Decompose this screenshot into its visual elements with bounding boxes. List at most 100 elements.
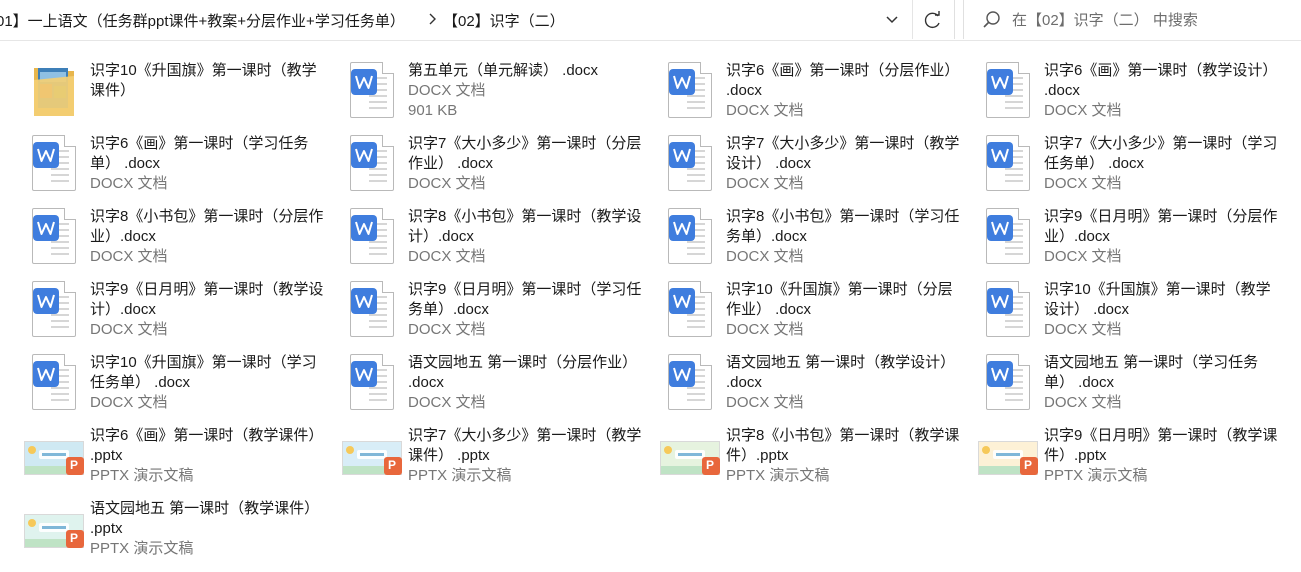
word-doc-icon <box>342 208 408 266</box>
word-w-icon <box>33 288 59 314</box>
file-item[interactable]: 识字9《日月明》第一课时（教学设计）.docx DOCX 文档 <box>24 277 324 343</box>
file-name: 识字9《日月明》第一课时（分层作业）.docx <box>1044 208 1278 245</box>
file-name: 第五单元（单元解读） .docx <box>408 62 599 79</box>
powerpoint-p-icon: P <box>66 457 84 475</box>
file-item[interactable]: P 识字8《小书包》第一课时（教学课件）.pptx PPTX 演示文稿 <box>660 423 960 489</box>
file-name: 识字7《大小多少》第一课时（教学课件） .pptx <box>408 427 642 464</box>
refresh-icon[interactable] <box>918 6 948 34</box>
file-item[interactable]: 识字8《小书包》第一课时（教学设计）.docx DOCX 文档 <box>342 204 642 270</box>
file-type: DOCX 文档 <box>726 102 804 119</box>
document-page-icon <box>986 135 1030 191</box>
file-name: 识字10《升国旗》第一课时（教学设计） .docx <box>1044 281 1271 318</box>
file-item[interactable]: 识字10《升国旗》第一课时（教学课件） <box>24 58 324 124</box>
search-icon <box>983 11 1000 28</box>
file-type: DOCX 文档 <box>1044 175 1122 192</box>
file-item[interactable]: 识字7《大小多少》第一课时（教学设计） .docx DOCX 文档 <box>660 131 960 197</box>
word-w-icon <box>669 361 695 387</box>
address-bar[interactable]: 01】一上语文（任务群ppt课件+教案+分层作业+学习任务单） 【02】识字（二… <box>0 0 955 39</box>
file-item[interactable]: 识字6《画》第一课时（学习任务单） .docx DOCX 文档 <box>24 131 324 197</box>
word-doc-icon <box>978 135 1044 193</box>
file-item[interactable]: 识字9《日月明》第一课时（学习任务单）.docx DOCX 文档 <box>342 277 642 343</box>
file-type: PPTX 演示文稿 <box>726 467 830 484</box>
explorer-toolbar: 01】一上语文（任务群ppt课件+教案+分层作业+学习任务单） 【02】识字（二… <box>0 0 1301 41</box>
file-name: 识字8《小书包》第一课时（教学课件）.pptx <box>726 427 960 464</box>
word-w-icon <box>351 288 377 314</box>
file-item[interactable]: 识字10《升国旗》第一课时（分层作业） .docx DOCX 文档 <box>660 277 960 343</box>
document-page-icon <box>668 354 712 410</box>
file-name: 识字10《升国旗》第一课时（教学课件） <box>90 62 317 99</box>
file-item[interactable]: 第五单元（单元解读） .docx DOCX 文档 901 KB <box>342 58 642 124</box>
file-type: PPTX 演示文稿 <box>90 540 194 557</box>
file-name: 语文园地五 第一课时（教学设计） .docx <box>726 354 956 391</box>
file-type: DOCX 文档 <box>1044 321 1122 338</box>
file-item[interactable]: 语文园地五 第一课时（分层作业） .docx DOCX 文档 <box>342 350 642 416</box>
pptx-thumbnail-icon: P <box>342 427 408 485</box>
folder-icon <box>32 62 76 118</box>
search-box[interactable] <box>963 0 1301 39</box>
file-type: DOCX 文档 <box>1044 248 1122 265</box>
chevron-down-icon[interactable] <box>878 7 906 33</box>
document-page-icon <box>986 354 1030 410</box>
file-type: DOCX 文档 <box>408 394 486 411</box>
search-input[interactable] <box>1010 8 1294 32</box>
file-type: PPTX 演示文稿 <box>1044 467 1148 484</box>
word-w-icon <box>33 215 59 241</box>
file-item[interactable]: P 识字7《大小多少》第一课时（教学课件） .pptx PPTX 演示文稿 <box>342 423 642 489</box>
word-w-icon <box>33 142 59 168</box>
file-item[interactable]: 识字7《大小多少》第一课时（学习任务单） .docx DOCX 文档 <box>978 131 1278 197</box>
file-type: PPTX 演示文稿 <box>408 467 512 484</box>
word-w-icon <box>669 142 695 168</box>
document-page-icon <box>350 281 394 337</box>
file-name: 识字8《小书包》第一课时（分层作业）.docx <box>90 208 324 245</box>
document-page-icon <box>32 354 76 410</box>
document-page-icon <box>668 62 712 118</box>
file-item[interactable]: 识字7《大小多少》第一课时（分层作业） .docx DOCX 文档 <box>342 131 642 197</box>
document-page-icon <box>32 135 76 191</box>
word-w-icon <box>669 288 695 314</box>
word-w-icon <box>351 361 377 387</box>
file-name: 语文园地五 第一课时（教学课件） .pptx <box>90 500 320 537</box>
chevron-right-icon[interactable] <box>427 12 439 26</box>
file-item[interactable]: 识字10《升国旗》第一课时（教学设计） .docx DOCX 文档 <box>978 277 1278 343</box>
file-item[interactable]: 识字10《升国旗》第一课时（学习任务单） .docx DOCX 文档 <box>24 350 324 416</box>
file-item[interactable]: 识字6《画》第一课时（教学设计） .docx DOCX 文档 <box>978 58 1278 124</box>
file-item[interactable]: P 语文园地五 第一课时（教学课件） .pptx PPTX 演示文稿 <box>24 496 324 562</box>
powerpoint-p-icon: P <box>384 457 402 475</box>
file-item[interactable]: P 识字6《画》第一课时（教学课件） .pptx PPTX 演示文稿 <box>24 423 324 489</box>
word-w-icon <box>987 69 1013 95</box>
file-type: DOCX 文档 <box>726 175 804 192</box>
word-doc-icon <box>342 62 408 120</box>
word-doc-icon <box>660 62 726 120</box>
file-item[interactable]: 识字6《画》第一课时（分层作业） .docx DOCX 文档 <box>660 58 960 124</box>
file-item[interactable]: 语文园地五 第一课时（教学设计） .docx DOCX 文档 <box>660 350 960 416</box>
file-name: 识字9《日月明》第一课时（学习任务单）.docx <box>408 281 642 318</box>
word-w-icon <box>351 215 377 241</box>
word-w-icon <box>987 215 1013 241</box>
file-item[interactable]: 识字8《小书包》第一课时（学习任务单）.docx DOCX 文档 <box>660 204 960 270</box>
powerpoint-p-icon: P <box>702 457 720 475</box>
document-page-icon <box>986 62 1030 118</box>
document-page-icon <box>32 208 76 264</box>
breadcrumb-current-folder[interactable]: 【02】识字（二） <box>443 10 565 31</box>
document-page-icon <box>668 281 712 337</box>
document-page-icon <box>350 135 394 191</box>
word-doc-icon <box>978 281 1044 339</box>
file-item[interactable]: P 识字9《日月明》第一课时（教学课件）.pptx PPTX 演示文稿 <box>978 423 1278 489</box>
file-grid: 识字10《升国旗》第一课时（教学课件） 第五单元（单元解读） .docx DOCX … <box>0 50 1301 572</box>
file-type: DOCX 文档 <box>90 175 168 192</box>
file-type: DOCX 文档 <box>90 248 168 265</box>
file-item[interactable]: 识字8《小书包》第一课时（分层作业）.docx DOCX 文档 <box>24 204 324 270</box>
powerpoint-p-icon: P <box>1020 457 1038 475</box>
pptx-thumbnail-icon: P <box>660 427 726 485</box>
file-item[interactable]: 识字9《日月明》第一课时（分层作业）.docx DOCX 文档 <box>978 204 1278 270</box>
file-item[interactable]: 语文园地五 第一课时（学习任务单） .docx DOCX 文档 <box>978 350 1278 416</box>
pptx-thumbnail-icon: P <box>24 500 90 558</box>
breadcrumb-parent-folder[interactable]: 01】一上语文（任务群ppt课件+教案+分层作业+学习任务单） <box>0 10 405 31</box>
file-name: 识字7《大小多少》第一课时（分层作业） .docx <box>408 135 642 172</box>
word-doc-icon <box>24 208 90 266</box>
pptx-thumbnail-icon: P <box>24 427 90 485</box>
word-doc-icon <box>978 354 1044 412</box>
file-type: DOCX 文档 <box>90 394 168 411</box>
word-doc-icon <box>342 135 408 193</box>
file-type: DOCX 文档 <box>726 394 804 411</box>
